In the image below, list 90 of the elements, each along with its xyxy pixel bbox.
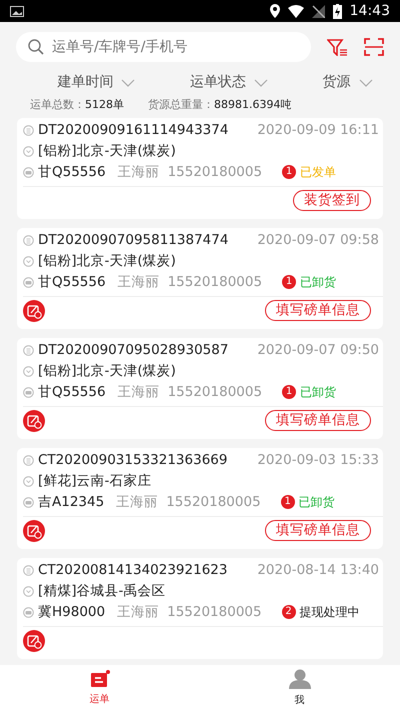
action-button[interactable]: 装货签到 [293,190,371,211]
document-icon [23,344,34,356]
phone-number: 15520180005 [166,492,261,512]
chevron-circle-icon [23,146,34,156]
cargo-route: [铝粉]北京-天津(煤炭) [38,252,176,271]
tab-item[interactable]: 我 [199,665,400,711]
order-card[interactable]: CT20200814134023921623 2020-08-14 13:40 [精煤]谷城县-禹会区 冀H98000 王海丽 15520180005 2 提现处理中 [17,558,383,658]
order-number: CT20200814134023921623 [38,560,228,580]
phone-number: 15520180005 [168,382,262,402]
filter-dropdown[interactable]: 建单时间 [57,72,136,93]
chevron-circle-icon [23,586,34,596]
filter-dropdown[interactable]: 货源 [322,72,373,93]
cargo-route: [鲜花]云南-石家庄 [38,472,152,491]
phone-number: 15520180005 [168,272,262,292]
car-icon [23,166,34,178]
scan-icon[interactable] [364,38,384,56]
order-status: 已卸货 [300,384,336,401]
location-icon [270,4,280,18]
chevron-circle-icon [23,256,34,266]
battery-icon [332,4,342,18]
order-number: CT20200903153321363669 [38,450,228,470]
order-time: 2020-09-03 15:33 [257,450,379,470]
edit-icon[interactable] [23,300,45,322]
order-card[interactable]: DT20200907095028930587 2020-09-07 09:50 [铝粉]北京-天津(煤炭) 甘Q55556 王海丽 15520180005 1 已卸货 填写磅单信息 [17,338,383,438]
order-number: DT20200907095028930587 [38,340,228,360]
edit-icon[interactable] [23,410,45,432]
car-icon [23,606,34,618]
step-badge: 1 [280,495,295,509]
plate-number: 甘Q55556 [38,272,106,292]
driver-name: 王海丽 [116,492,158,512]
chevron-circle-icon [23,476,34,486]
step-badge: 2 [282,605,296,619]
step-badge: 1 [282,275,296,289]
order-status: 已发单 [300,164,336,181]
order-card[interactable]: CT20200903153321363669 2020-09-03 15:33 [鲜花]云南-石家庄 吉A12345 王海丽 15520180005 1 已卸货 填写磅单信息 [17,448,383,548]
document-icon [23,124,34,136]
driver-name: 王海丽 [118,162,160,182]
driver-name: 王海丽 [118,382,160,402]
cargo-route: [精煤]谷城县-禹会区 [38,582,166,601]
person-icon [288,668,310,688]
total-weight: 货源总重量：88981.6394吨 [148,97,292,113]
no-signal-icon [312,4,325,18]
plate-number: 甘Q55556 [38,382,106,402]
search-field[interactable]: 运单号/车牌号/手机号 [16,32,311,62]
document-icon [23,234,34,246]
phone-number: 15520180005 [167,602,262,622]
driver-name: 王海丽 [118,272,160,292]
cargo-route: [铝粉]北京-天津(煤炭) [38,142,176,161]
action-button[interactable]: 填写磅单信息 [265,410,371,431]
plate-number: 甘Q55556 [38,162,106,182]
order-number: DT20200907095811387474 [38,230,228,250]
plate-number: 吉A12345 [38,492,104,512]
car-icon [23,276,34,288]
car-icon [23,496,34,508]
order-status: 已卸货 [298,494,335,511]
step-badge: 1 [282,385,296,399]
car-icon [23,386,34,398]
filter-icon[interactable] [327,38,348,56]
tab-item[interactable]: 运单 [0,665,199,711]
cargo-route: [铝粉]北京-天津(煤炭) [38,362,176,381]
phone-number: 15520180005 [168,162,262,182]
plate-number: 冀H98000 [38,602,106,622]
chevron-down-icon [121,78,136,86]
order-time: 2020-09-07 09:58 [257,230,379,250]
order-status: 提现处理中 [300,604,360,621]
step-badge: 1 [282,165,296,179]
order-card[interactable]: DT20200909161114943374 2020-09-09 16:11 [铝粉]北京-天津(煤炭) 甘Q55556 王海丽 15520180005 1 已发单 装货签到 [17,118,383,218]
order-time: 2020-09-07 09:50 [257,340,379,360]
order-time: 2020-08-14 13:40 [257,560,379,580]
action-button[interactable]: 填写磅单信息 [265,520,371,541]
image-icon [10,6,24,16]
driver-name: 王海丽 [117,602,160,622]
order-number: DT20200909161114943374 [38,120,228,140]
order-time: 2020-09-09 16:11 [257,120,379,140]
document-icon [23,564,34,576]
edit-icon[interactable] [23,520,45,542]
edit-icon[interactable] [23,630,45,652]
document-icon [23,454,34,466]
wifi-icon [288,4,304,18]
order-card[interactable]: DT20200907095811387474 2020-09-07 09:58 [铝粉]北京-天津(煤炭) 甘Q55556 王海丽 15520180005 1 已卸货 填写磅单信息 [17,228,383,328]
search-icon [28,39,44,55]
chevron-down-icon [254,78,268,86]
order-count: 运单总数：5128单 [30,97,124,113]
waybill-icon [90,670,110,688]
order-status: 已卸货 [300,274,336,291]
clock: 14:43 [350,2,390,20]
action-button[interactable]: 填写磅单信息 [265,300,371,321]
chevron-circle-icon [23,366,34,376]
filter-dropdown[interactable]: 运单状态 [190,72,268,93]
chevron-down-icon [358,78,373,86]
